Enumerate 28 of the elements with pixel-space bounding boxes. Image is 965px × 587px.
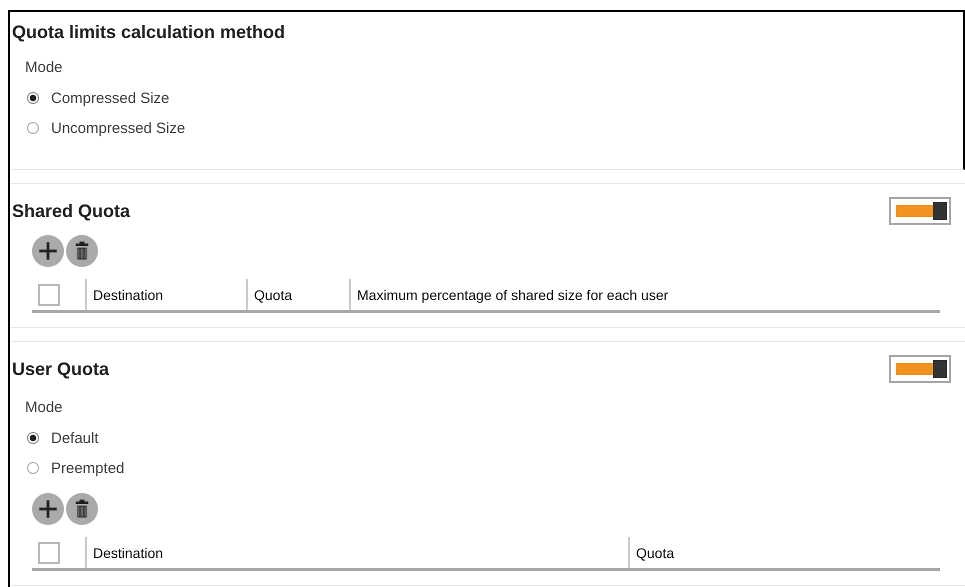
column-header[interactable]: Destination — [85, 537, 628, 568]
column-header[interactable]: Quota — [628, 537, 940, 568]
radio-label[interactable]: Uncompressed Size — [51, 120, 186, 136]
column-header[interactable]: Destination — [85, 279, 246, 310]
select-all-checkbox[interactable] — [38, 284, 60, 306]
mode-label: Mode — [25, 59, 64, 78]
select-all-checkbox[interactable] — [38, 542, 60, 564]
radio-button[interactable] — [27, 462, 39, 474]
radio-label[interactable]: Compressed Size — [51, 90, 170, 106]
column-header[interactable]: Quota — [246, 279, 349, 310]
column-header[interactable]: Maximum percentage of shared size for each user — [349, 279, 940, 310]
radio-button[interactable] — [27, 92, 39, 104]
radio-label[interactable]: Default — [51, 430, 99, 446]
plus-icon — [38, 241, 58, 261]
plus-icon — [38, 499, 58, 519]
delete-button[interactable] — [66, 493, 98, 525]
radio-label[interactable]: Preempted — [51, 460, 124, 476]
delete-button[interactable] — [66, 235, 98, 267]
section-title: User Quota — [12, 358, 110, 380]
radio-button[interactable] — [27, 122, 39, 134]
section-title: Quota limits calculation method — [12, 22, 286, 43]
toggle-switch[interactable] — [889, 197, 951, 225]
add-button[interactable] — [32, 493, 64, 525]
section-title: Shared Quota — [12, 200, 130, 222]
radio-button[interactable] — [27, 432, 39, 444]
toggle-switch[interactable] — [889, 355, 951, 383]
mode-label: Mode — [25, 399, 64, 418]
add-button[interactable] — [32, 235, 64, 267]
